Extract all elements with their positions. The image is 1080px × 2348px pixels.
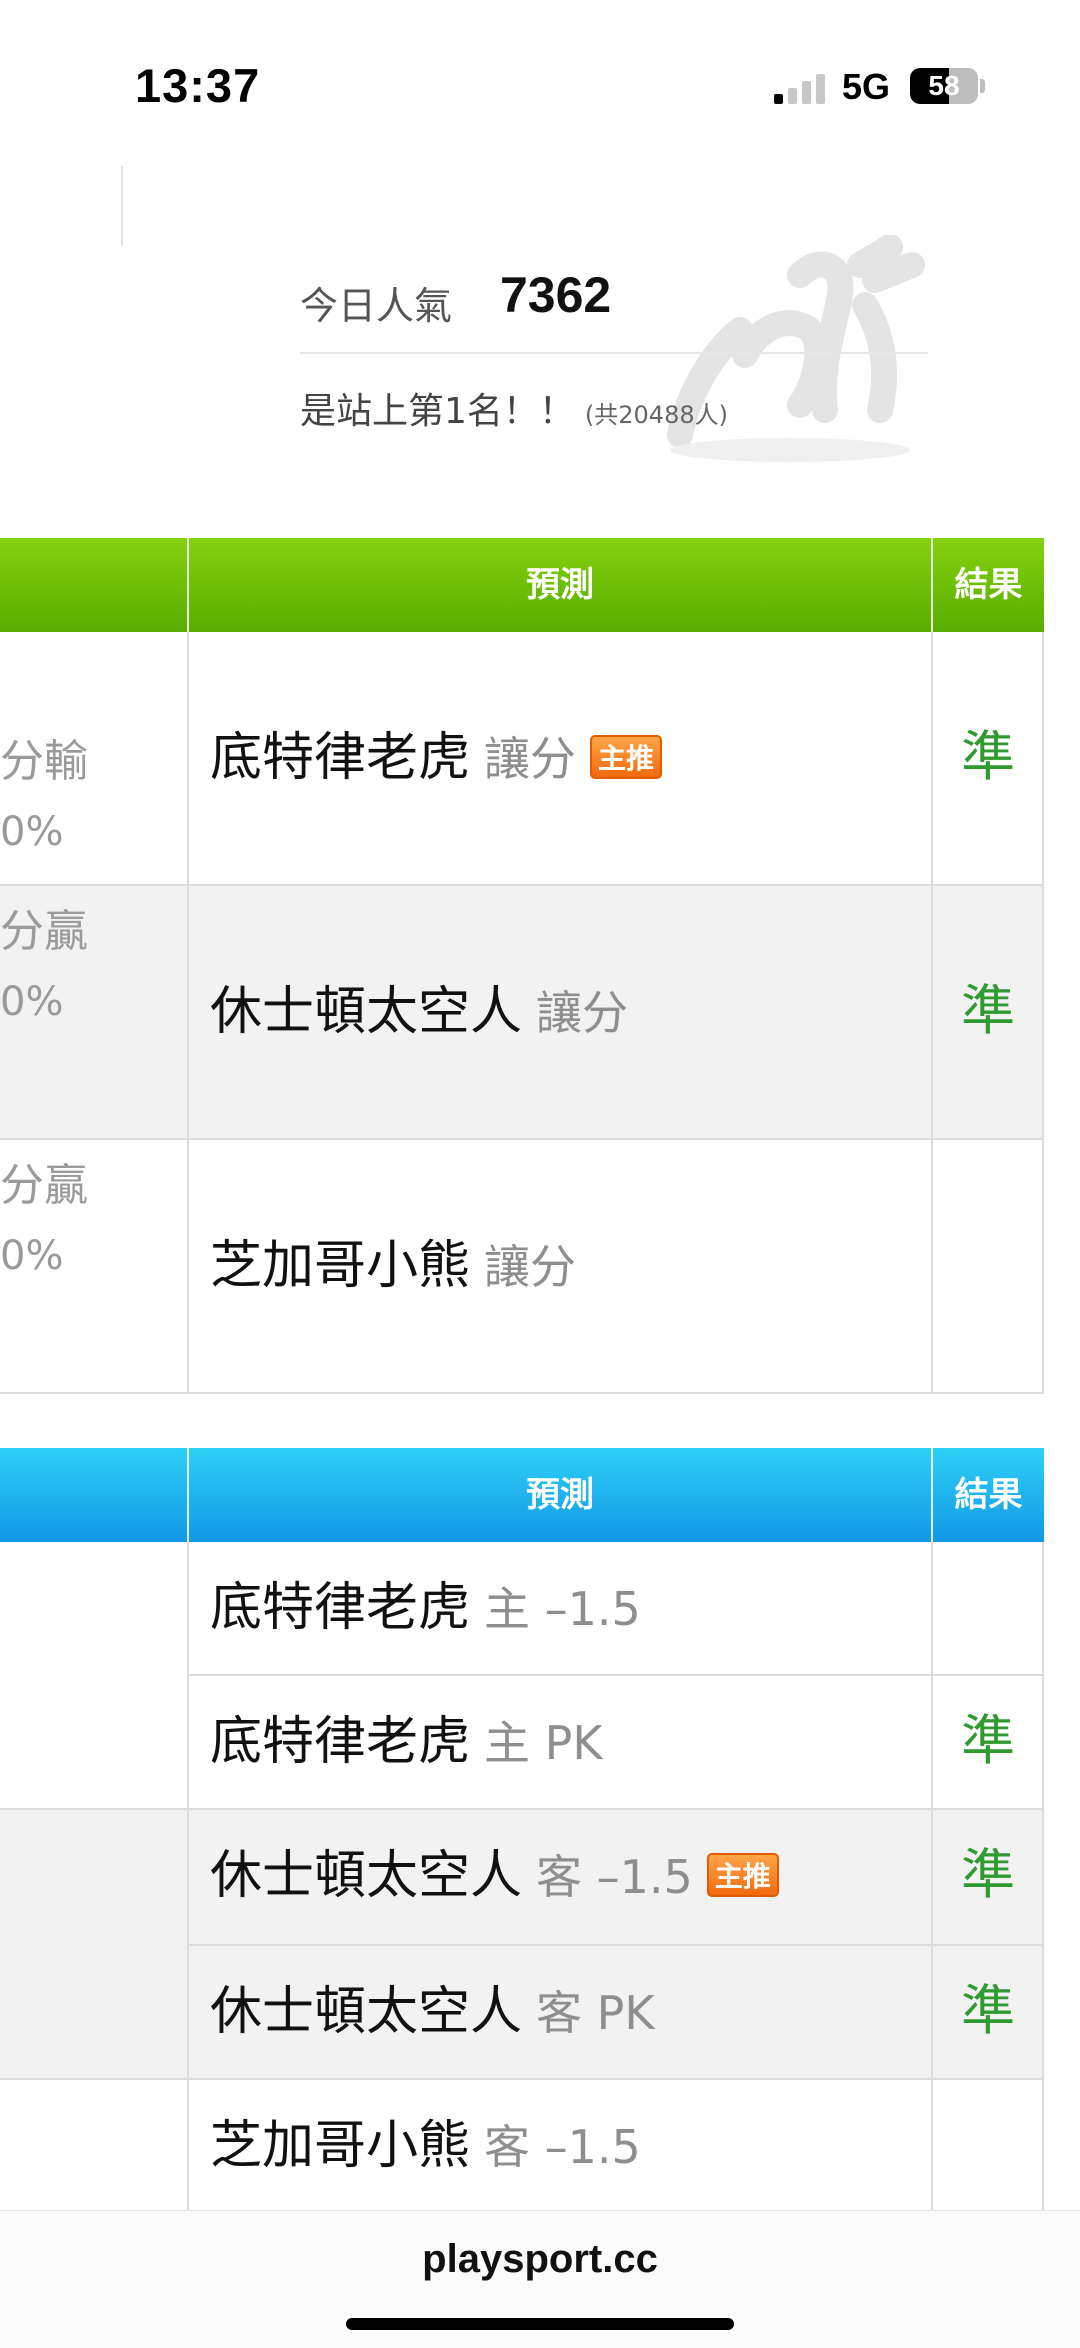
team-name: 芝加哥小熊 xyxy=(210,2116,471,2176)
left-cut-percent: 0% xyxy=(0,1233,64,1279)
header-prediction: 預測 xyxy=(526,565,594,605)
group-cell xyxy=(0,1810,187,2080)
result-mark: 準 xyxy=(961,979,1015,1042)
prediction-table-handicap: 預測 結果 底特律老虎主 –1.5 底特律老虎主 PK 準 休士頓太空人客 –1… xyxy=(0,1448,1044,2210)
main-pick-badge: 主推 xyxy=(590,735,663,779)
network-type: 5G xyxy=(842,66,891,107)
rank-text: 是站上第1名！！ (共20488人) xyxy=(300,382,728,434)
header-result: 結果 xyxy=(954,565,1023,605)
prediction-cell: 底特律老虎 讓分 主推 xyxy=(210,732,663,786)
table-row[interactable]: 分贏 0% 休士頓太空人 讓分 準 xyxy=(0,886,1044,1140)
battery-icon: 58 xyxy=(910,68,978,104)
browser-address-bar[interactable]: playsport.cc xyxy=(0,2210,1080,2348)
main-pick-badge: 主推 xyxy=(706,1853,779,1897)
table-row[interactable]: 芝加哥小熊客 –1.5 xyxy=(189,2080,1044,2214)
prediction-cell: 芝加哥小熊 讓分 xyxy=(210,1240,576,1292)
team-name: 休士頓太空人 xyxy=(210,1846,523,1906)
table-row[interactable]: 分贏 0% 芝加哥小熊 讓分 xyxy=(0,1140,1044,1394)
bet-type: 客 –1.5 xyxy=(536,1850,693,1904)
battery-percent: 58 xyxy=(928,70,960,101)
table-row[interactable]: 底特律老虎主 –1.5 xyxy=(189,1542,1044,1676)
table-header: 預測 結果 xyxy=(0,538,1044,632)
table-row[interactable]: 底特律老虎主 PK 準 xyxy=(189,1676,1044,1810)
left-cut-text: 分贏 xyxy=(0,906,88,957)
prediction-cell: 休士頓太空人客 PK xyxy=(210,1986,655,2038)
bet-type: 主 PK xyxy=(484,1716,603,1770)
result-mark: 準 xyxy=(961,725,1015,788)
popularity-label: 今日人氣 xyxy=(300,284,453,328)
prediction-cell: 芝加哥小熊客 –1.5 xyxy=(210,2120,641,2172)
table-header: 預測 結果 xyxy=(0,1448,1044,1542)
home-indicator[interactable] xyxy=(346,2318,734,2330)
team-name: 芝加哥小熊 xyxy=(210,1236,471,1296)
rank-label: 是站上第1名！！ xyxy=(300,391,575,432)
left-cut-text: 分贏 xyxy=(0,1160,88,1211)
bet-type: 主 –1.5 xyxy=(484,1582,641,1636)
team-name: 底特律老虎 xyxy=(210,1578,471,1638)
cellular-signal-icon xyxy=(774,72,828,104)
prediction-cell: 底特律老虎主 PK xyxy=(210,1716,603,1768)
header-divider xyxy=(121,166,123,246)
team-name: 休士頓太空人 xyxy=(210,1982,523,2042)
bet-type: 客 PK xyxy=(536,1986,655,2040)
prediction-cell: 休士頓太空人 讓分 xyxy=(210,986,628,1038)
rank-total: (共20488人) xyxy=(584,401,728,429)
popularity-divider xyxy=(300,352,928,354)
bet-type: 讓分 xyxy=(484,1240,577,1294)
left-cut-percent: 0% xyxy=(0,809,64,855)
team-name: 底特律老虎 xyxy=(210,728,471,788)
left-cut-percent: 0% xyxy=(0,979,64,1025)
header-result: 結果 xyxy=(954,1475,1023,1515)
bet-type: 讓分 xyxy=(536,986,629,1040)
result-mark: 準 xyxy=(961,1979,1015,2042)
header-prediction: 預測 xyxy=(526,1475,594,1515)
status-bar: 13:37 5G 58 xyxy=(0,0,1080,150)
result-mark: 準 xyxy=(961,1709,1015,1772)
prediction-cell: 底特律老虎主 –1.5 xyxy=(210,1582,641,1634)
group-cell xyxy=(0,1542,187,1810)
status-time: 13:37 xyxy=(135,59,261,112)
prediction-table-spread: 預測 結果 分輸 0% 底特律老虎 讓分 主推 準 分贏 0% 休士頓太空人 讓分 準… xyxy=(0,538,1044,1396)
team-name: 休士頓太空人 xyxy=(210,982,523,1042)
result-mark: 準 xyxy=(961,1843,1015,1906)
team-name: 底特律老虎 xyxy=(210,1712,471,1772)
popularity-value: 7362 xyxy=(500,267,612,323)
bet-type: 客 –1.5 xyxy=(484,2120,641,2174)
bet-type: 讓分 xyxy=(484,732,577,786)
table-row[interactable]: 分輸 0% 底特律老虎 讓分 主推 準 xyxy=(0,632,1044,886)
table-row[interactable]: 休士頓太空人客 –1.5 主推 準 xyxy=(189,1810,1044,1946)
left-cut-text: 分輸 xyxy=(0,736,88,787)
url-text[interactable]: playsport.cc xyxy=(0,2237,1080,2282)
prediction-cell: 休士頓太空人客 –1.5 主推 xyxy=(210,1850,779,1902)
battery-nub xyxy=(980,79,985,93)
table-row[interactable]: 休士頓太空人客 PK 準 xyxy=(189,1946,1044,2080)
